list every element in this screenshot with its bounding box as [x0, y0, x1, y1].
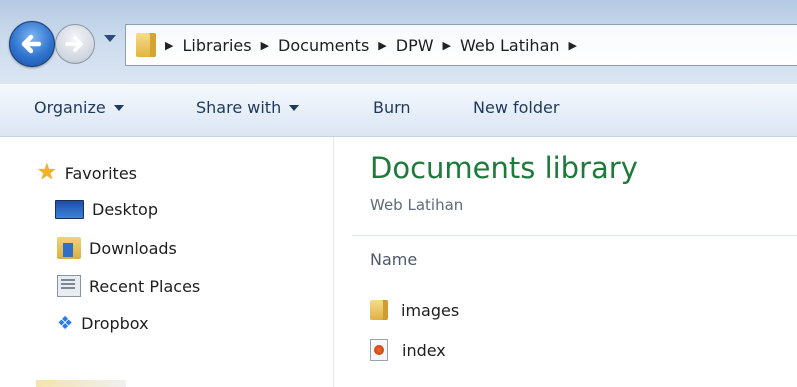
share-with-label: Share with [196, 98, 282, 117]
address-bar[interactable]: ▶ Libraries ▶ Documents ▶ DPW ▶ Web Lati… [125, 24, 797, 66]
burn-label: Burn [373, 98, 411, 117]
column-header-name[interactable]: Name [370, 250, 417, 269]
chevron-right-icon[interactable]: ▶ [569, 39, 577, 52]
burn-button[interactable]: Burn [373, 98, 411, 117]
breadcrumb-web-latihan[interactable]: Web Latihan [460, 36, 560, 55]
library-title: Documents library [370, 151, 638, 185]
chevron-down-icon [289, 104, 300, 111]
share-with-button[interactable]: Share with [196, 98, 300, 117]
recent-places-icon [57, 275, 81, 297]
folder-icon [370, 300, 388, 320]
file-name: index [402, 340, 446, 360]
recent-pages-dropdown-icon[interactable] [104, 35, 116, 42]
chevron-right-icon[interactable]: ▶ [378, 39, 386, 52]
nav-item-recent-places[interactable]: Recent Places [57, 275, 200, 297]
nav-item-label: Dropbox [81, 314, 149, 333]
nav-favorites[interactable]: ★ Favorites [37, 162, 137, 184]
forward-button[interactable] [55, 24, 95, 64]
partially-visible-nav-item [36, 380, 126, 387]
nav-item-downloads[interactable]: Downloads [57, 237, 177, 259]
organize-label: Organize [34, 98, 106, 117]
breadcrumb-dpw[interactable]: DPW [396, 36, 434, 55]
folder-icon [136, 33, 156, 57]
star-icon: ★ [37, 160, 57, 185]
desktop-icon [55, 200, 84, 219]
navigation-pane: ★ Favorites Desktop Downloads Recent Pla… [0, 137, 334, 387]
title-bar: ▶ Libraries ▶ Documents ▶ DPW ▶ Web Lati… [0, 0, 797, 84]
dropbox-icon: ❖ [57, 313, 74, 334]
back-button[interactable] [9, 21, 55, 67]
html-file-icon [370, 339, 388, 361]
back-icon [21, 34, 42, 54]
list-item-index[interactable]: index [370, 339, 446, 361]
file-list-pane: Documents library Web Latihan Name image… [334, 137, 797, 387]
new-folder-label: New folder [473, 98, 560, 117]
favorites-label: Favorites [64, 163, 138, 183]
organize-button[interactable]: Organize [34, 98, 124, 117]
command-bar: Organize Share with Burn New folder [0, 84, 797, 137]
nav-item-dropbox[interactable]: ❖ Dropbox [57, 313, 149, 334]
chevron-right-icon[interactable]: ▶ [165, 39, 173, 52]
forward-icon [65, 36, 83, 52]
file-name: images [401, 300, 460, 320]
chevron-right-icon[interactable]: ▶ [443, 39, 451, 52]
header-divider [352, 235, 797, 236]
breadcrumb-libraries[interactable]: Libraries [182, 36, 251, 55]
nav-item-label: Recent Places [89, 276, 201, 296]
nav-item-label: Desktop [92, 200, 158, 219]
new-folder-button[interactable]: New folder [473, 98, 559, 117]
list-item-images[interactable]: images [370, 300, 459, 320]
chevron-right-icon[interactable]: ▶ [261, 39, 269, 52]
nav-item-desktop[interactable]: Desktop [55, 200, 158, 219]
library-subtitle: Web Latihan [370, 196, 464, 214]
chevron-down-icon [113, 104, 124, 111]
nav-item-label: Downloads [89, 238, 177, 258]
downloads-icon [57, 237, 81, 259]
breadcrumb-documents[interactable]: Documents [278, 36, 369, 55]
